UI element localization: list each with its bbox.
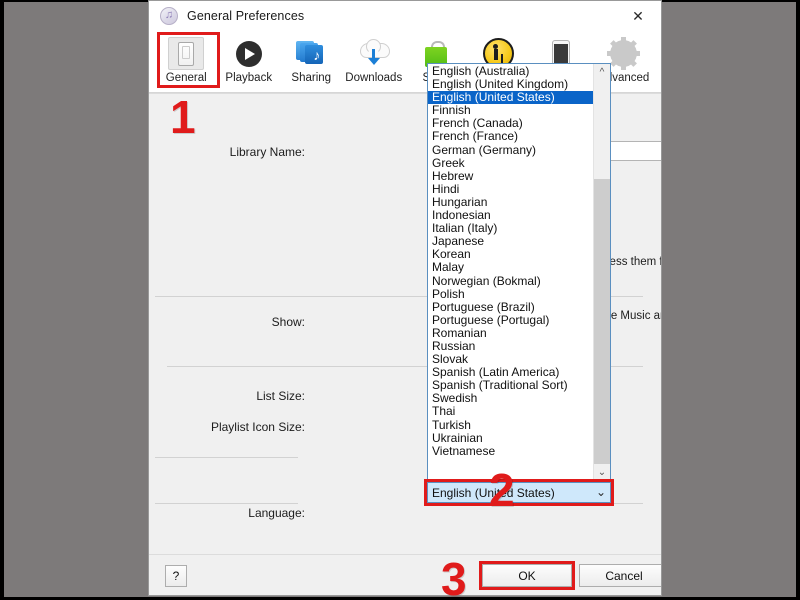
language-option[interactable]: Norwegian (Bokmal) [428,274,593,288]
window-title: General Preferences [187,9,305,23]
playlist-icon-size-row: Playlist Icon Size: [155,420,305,434]
general-preferences-dialog: General Preferences ✕ General Playback ♪ [148,0,662,596]
dropdown-scrollbar[interactable]: ^ ⌄ [593,64,610,481]
language-option[interactable]: Vietnamese [428,444,593,458]
show-row: Show: [155,315,305,329]
playlist-icon-size-label: Playlist Icon Size: [210,420,305,434]
music-sharing-icon: ♪ [293,37,329,70]
ok-button[interactable]: OK [482,564,572,587]
language-combobox-value: English (United States) [432,485,555,500]
language-combobox[interactable]: English (United States) ⌄ [427,482,611,503]
play-circle-icon [231,37,267,70]
language-option[interactable]: Hindi [428,182,593,196]
tab-playback[interactable]: Playback [218,34,281,90]
help-button[interactable]: ? [165,565,187,587]
language-label: Language: [248,506,305,520]
language-option[interactable]: Thai [428,405,593,418]
tab-downloads-label: Downloads [345,72,403,84]
divider-4-right [449,503,643,504]
language-dropdown-list[interactable]: English (Australia) English (United Kingd… [427,63,611,482]
divider-4-left [155,503,298,504]
language-option[interactable]: Malay [428,261,593,274]
language-option[interactable]: Portuguese (Portugal) [428,313,593,327]
dialog-footer: ? OK Cancel [149,554,661,595]
language-option[interactable]: Greek [428,156,593,170]
tab-downloads[interactable]: Downloads [343,34,406,90]
chevron-down-icon[interactable]: ⌄ [594,464,610,481]
library-name-row: Library Name: [155,145,305,159]
language-option[interactable]: Ukrainian [428,431,593,445]
screenshot-root: General Preferences ✕ General Playback ♪ [0,0,800,600]
list-size-label: List Size: [256,389,305,403]
language-option[interactable]: French (France) [428,130,593,143]
tab-general-label: General [165,72,207,84]
chevron-down-icon: ⌄ [595,485,606,499]
language-option[interactable]: Hebrew [428,169,593,183]
language-option[interactable]: German (Germany) [428,143,593,157]
close-icon[interactable]: ✕ [615,1,661,31]
tab-playback-label: Playback [225,72,273,84]
language-option[interactable]: Portuguese (Brazil) [428,300,593,314]
tab-sharing-label: Sharing [291,72,332,84]
divider-1-left [155,296,298,297]
chevron-up-icon[interactable]: ^ [594,64,610,81]
tab-general[interactable]: General [155,34,218,90]
language-option[interactable]: Polish [428,287,593,301]
language-row: Language: [155,506,305,520]
language-option-list[interactable]: English (Australia) English (United Kingd… [428,64,593,481]
divider-3-left [155,457,298,458]
show-label: Show: [271,315,305,329]
title-bar: General Preferences ✕ [149,1,661,31]
tab-sharing[interactable]: ♪ Sharing [280,34,343,90]
language-option[interactable]: Turkish [428,418,593,432]
device-general-icon [168,37,205,70]
scrollbar-thumb[interactable] [594,179,610,469]
cancel-button[interactable]: Cancel [579,564,661,587]
gear-icon [606,37,642,70]
cloud-download-icon [356,37,392,70]
language-option[interactable]: Romanian [428,326,593,340]
list-size-row: List Size: [155,389,305,403]
itunes-note-icon [160,7,178,25]
library-name-label: Library Name: [229,145,305,159]
